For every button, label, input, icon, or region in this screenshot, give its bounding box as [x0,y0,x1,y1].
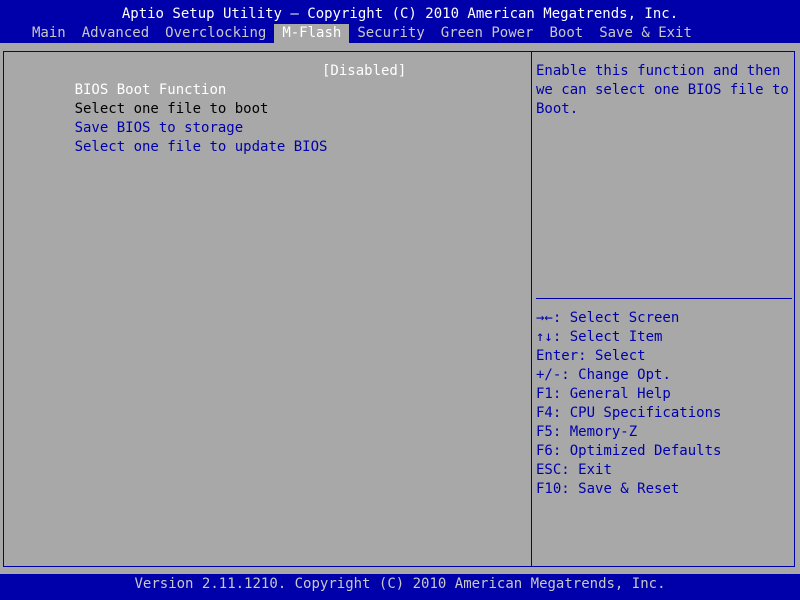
key-esc: ESC: Exit [536,461,721,480]
key-desc: : Memory-Z [552,424,638,440]
key-desc: : Change Opt. [561,367,671,383]
key-label: F1 [536,386,553,402]
key-label: F5 [536,424,553,440]
key-f10: F10: Save & Reset [536,480,721,499]
setting-save-bios-to-storage[interactable]: Save BIOS to storage [24,100,524,136]
key-f5: F5: Memory-Z [536,423,721,442]
key-f4: F4: CPU Specifications [536,404,721,423]
tab-m-flash[interactable]: M-Flash [274,24,350,43]
help-line: we can select one BIOS file to [536,82,789,98]
app-title: Aptio Setup Utility – Copyright (C) 2010… [121,6,679,22]
key-desc: : Exit [561,462,612,478]
tab-green-power[interactable]: Green Power [433,24,542,43]
key-change-opt: +/-: Change Opt. [536,366,721,385]
key-enter: Enter: Select [536,347,721,366]
tab-overclocking[interactable]: Overclocking [157,24,274,43]
header-bar: Aptio Setup Utility – Copyright (C) 2010… [0,0,800,43]
key-f6: F6: Optimized Defaults [536,442,721,461]
key-desc: : Select Screen [552,310,680,326]
key-desc: : Select Item [552,329,663,345]
help-separator [536,298,792,299]
key-legend: →←: Select Screen ↑↓: Select Item Enter:… [536,309,721,499]
help-line: Boot. [536,101,579,117]
key-desc: : CPU Specifications [552,405,722,421]
key-label: F10 [536,481,562,497]
version-footer: Version 2.11.1210. Copyright (C) 2010 Am… [134,576,666,592]
panel-divider [531,51,532,567]
setting-select-file-to-update-bios[interactable]: Select one file to update BIOS [24,119,524,155]
tab-advanced[interactable]: Advanced [74,24,157,43]
key-desc: : General Help [552,386,671,402]
setting-label[interactable]: Select one file to update BIOS [75,139,328,155]
key-select-screen: →←: Select Screen [536,309,721,328]
tab-security[interactable]: Security [349,24,432,43]
setting-value[interactable]: [Disabled] [322,62,406,81]
settings-panel: BIOS Boot Function [Disabled] Select one… [24,62,524,155]
tab-main[interactable]: Main [24,24,74,43]
setting-select-file-to-boot: Select one file to boot [24,81,524,117]
tab-save-exit[interactable]: Save & Exit [591,24,700,43]
setting-bios-boot-function[interactable]: BIOS Boot Function [Disabled] [24,62,524,98]
key-label: ESC [536,462,562,478]
key-label: F4 [536,405,553,421]
key-desc: : Save & Reset [561,481,680,497]
key-label: F6 [536,443,553,459]
key-label: Enter [536,348,579,364]
help-panel: Enable this function and then we can sel… [536,62,789,119]
arrow-up-down-icon: ↑↓ [536,329,553,345]
key-desc: : Optimized Defaults [552,443,722,459]
key-label: +/- [536,367,562,383]
tab-bar: Main Advanced Overclocking M-Flash Secur… [24,24,700,43]
bios-screen: Aptio Setup Utility – Copyright (C) 2010… [0,0,800,600]
tab-boot[interactable]: Boot [541,24,591,43]
arrow-left-right-icon: →← [536,310,553,326]
key-desc: : Select [578,348,646,364]
key-f1: F1: General Help [536,385,721,404]
key-select-item: ↑↓: Select Item [536,328,721,347]
help-line: Enable this function and then [536,63,781,79]
